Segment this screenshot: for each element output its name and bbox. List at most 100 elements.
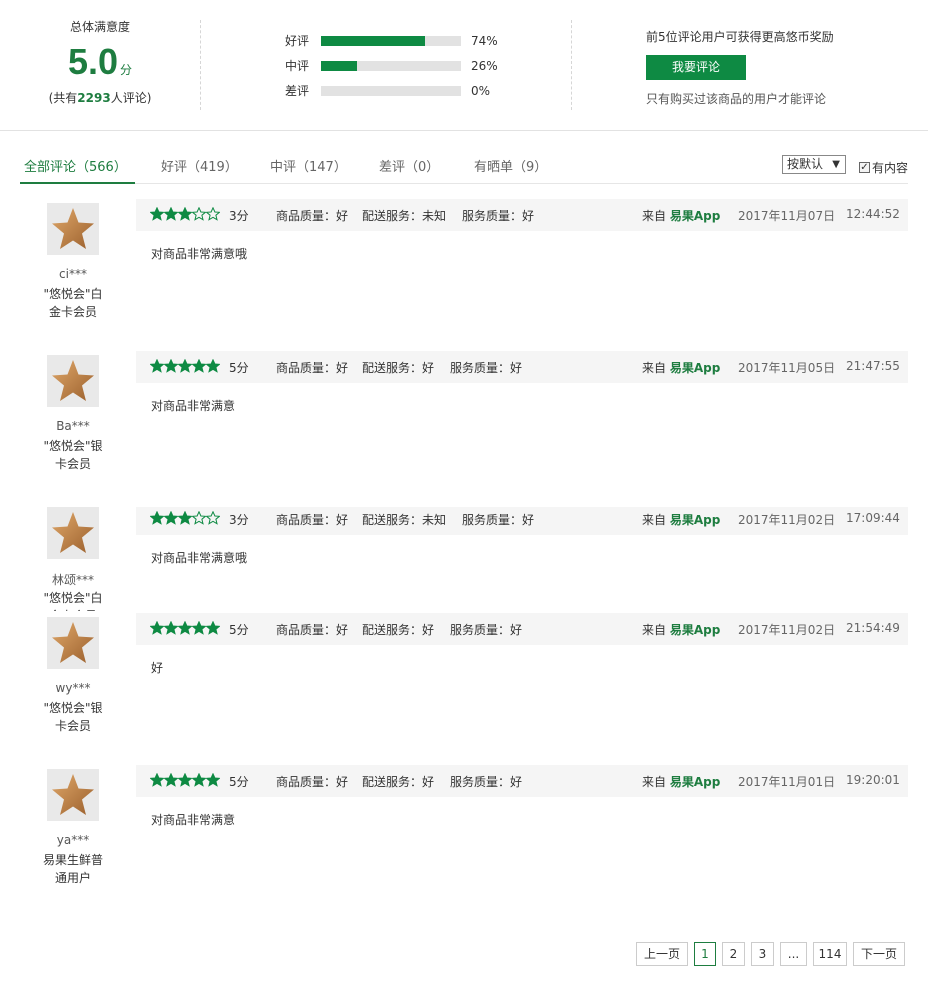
product-quality: 商品质量：好 <box>276 775 349 789</box>
review-time: 19:20:01 <box>846 773 900 787</box>
review-count-number: 2293 <box>77 91 111 105</box>
user-level: "悠悦会"银卡会员 <box>43 701 103 733</box>
star-filled-icon <box>206 359 220 373</box>
review-date: 2017年11月02日 <box>738 513 836 527</box>
distribution-fill <box>321 35 425 46</box>
review-time: 17:09:44 <box>846 511 900 525</box>
review-source: 来自 易果App <box>642 359 720 376</box>
score-unit: 分 <box>120 63 133 77</box>
page-button-current[interactable]: 1 <box>694 942 716 966</box>
avatar <box>47 769 99 821</box>
page-ellipsis: ... <box>780 942 807 966</box>
review-score: 3分 <box>229 209 249 223</box>
review-source-app: 易果App <box>669 513 721 527</box>
review-meta-bar: 3分 商品质量：好 配送服务：未知 服务质量：好 来自 易果App 2017年11月02日… <box>136 507 908 535</box>
has-content-label: 有内容 <box>872 161 909 175</box>
avatar-star-icon <box>52 208 94 249</box>
star-filled-icon <box>178 773 192 787</box>
user-name: ya*** <box>56 833 90 847</box>
review-content: 对商品非常满意哦 <box>151 551 248 565</box>
user-name: ci*** <box>59 267 87 281</box>
review-meta-bar: 5分 商品质量：好 配送服务：好 服务质量：好 来自 易果App 2017年11月05日 2… <box>136 351 908 383</box>
tab-with-photos[interactable]: 有晒单（9） <box>474 156 547 184</box>
has-content-filter[interactable]: ✓ 有内容 <box>859 159 908 176</box>
review-item: ci*** "悠悦会"白金卡会员 3分 商品质量：好 配送服务：未知 服务质量：好 来自 易… <box>0 199 928 343</box>
page-button[interactable]: 114 <box>813 942 847 966</box>
star-empty-icon <box>192 207 206 221</box>
user-name: Ba*** <box>56 419 90 433</box>
review-source-app: 易果App <box>669 623 721 637</box>
review-time: 21:54:49 <box>846 621 900 635</box>
satisfaction-score: 5.0 分 <box>0 41 200 83</box>
review-date: 2017年11月05日 <box>738 361 836 375</box>
tab-medium-reviews[interactable]: 中评（147） <box>270 156 347 184</box>
star-empty-icon <box>192 511 206 525</box>
distribution-percent: 0% <box>471 83 491 98</box>
avatar <box>47 617 99 669</box>
star-filled-icon <box>150 207 164 221</box>
rating-distribution: 好评 74% 中评 26% 差评 0% <box>285 28 498 103</box>
review-date: 2017年11月07日 <box>738 209 836 223</box>
distribution-percent: 26% <box>471 58 498 73</box>
review-source-prefix: 来自 <box>642 775 667 789</box>
star-filled-icon <box>164 207 178 221</box>
star-filled-icon <box>150 359 164 373</box>
tab-bad-reviews[interactable]: 差评（0） <box>379 156 439 184</box>
user-level: "悠悦会"白金卡会员 <box>43 591 103 611</box>
summary-divider <box>571 20 572 110</box>
service-quality: 服务质量：好 <box>462 209 535 223</box>
review-item: ya*** 易果生鲜普通用户 5分 商品质量：好 配送服务：好 服务质量：好 来自 易果Ap… <box>0 765 928 909</box>
tab-good-reviews[interactable]: 好评（419） <box>161 156 238 184</box>
next-page-button[interactable]: 下一页 <box>853 942 905 966</box>
distribution-label: 中评 <box>285 59 310 73</box>
page-button[interactable]: 2 <box>722 942 745 966</box>
tab-all-reviews[interactable]: 全部评论（566） <box>20 156 135 184</box>
avatar <box>47 203 99 255</box>
star-filled-icon <box>192 359 206 373</box>
sort-select[interactable]: 按默认 ▼ <box>782 155 846 174</box>
distribution-bar <box>321 85 461 96</box>
star-filled-icon <box>164 621 178 635</box>
star-filled-icon <box>178 207 192 221</box>
review-source-prefix: 来自 <box>642 361 667 375</box>
distribution-label: 好评 <box>285 34 310 48</box>
satisfaction-block: 总体满意度 5.0 分 (共有2293人评论) <box>0 18 200 106</box>
review-tabs: 全部评论（566） 好评（419） 中评（147） 差评（0） 有晒单（9） <box>20 150 908 184</box>
review-content: 好 <box>151 661 164 675</box>
rating-summary: 总体满意度 5.0 分 (共有2293人评论) 好评 74% 中评 26% 差评 … <box>0 0 928 131</box>
star-filled-icon <box>178 511 192 525</box>
star-filled-icon <box>150 621 164 635</box>
delivery-service: 配送服务：好 <box>362 775 435 789</box>
review-item: wy*** "悠悦会"银卡会员 5分 商品质量：好 配送服务：好 服务质量：好 来自 易果A… <box>0 613 928 757</box>
review-time: 12:44:52 <box>846 207 900 221</box>
star-rating <box>150 359 220 373</box>
service-quality: 服务质量：好 <box>450 361 523 375</box>
star-filled-icon <box>164 359 178 373</box>
service-quality: 服务质量：好 <box>450 775 523 789</box>
write-review-button[interactable]: 我要评论 <box>646 55 746 80</box>
avatar <box>47 507 99 559</box>
star-filled-icon <box>192 773 206 787</box>
distribution-bar <box>321 60 461 71</box>
prev-page-button[interactable]: 上一页 <box>636 942 688 966</box>
review-count-prefix: (共有 <box>48 91 78 105</box>
review-item: Ba*** "悠悦会"银卡会员 5分 商品质量：好 配送服务：好 服务质量：好 来自 易果A… <box>0 351 928 495</box>
review-source-app: 易果App <box>669 361 721 375</box>
delivery-service: 配送服务：未知 <box>362 513 447 527</box>
star-filled-icon <box>178 621 192 635</box>
review-meta-bar: 3分 商品质量：好 配送服务：未知 服务质量：好 来自 易果App 2017年11月07日… <box>136 199 908 231</box>
checkbox-checked-icon[interactable]: ✓ <box>859 162 870 173</box>
review-source-prefix: 来自 <box>642 209 667 223</box>
distribution-fill <box>321 60 358 71</box>
product-quality: 商品质量：好 <box>276 209 349 223</box>
score-value: 5.0 <box>67 41 119 82</box>
star-rating <box>150 207 220 221</box>
review-meta-bar: 5分 商品质量：好 配送服务：好 服务质量：好 来自 易果App 2017年11月01日 1… <box>136 765 908 797</box>
review-source: 来自 易果App <box>642 207 720 224</box>
review-score: 5分 <box>229 623 249 637</box>
service-quality: 服务质量：好 <box>450 623 523 637</box>
distribution-percent: 74% <box>471 33 498 48</box>
review-date: 2017年11月01日 <box>738 775 836 789</box>
avatar-star-icon <box>52 360 94 401</box>
page-button[interactable]: 3 <box>751 942 774 966</box>
